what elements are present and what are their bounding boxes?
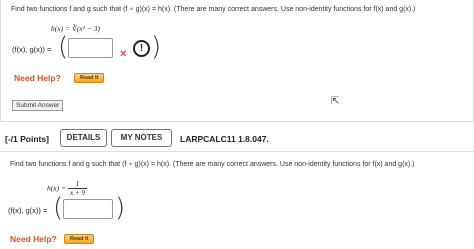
alert-icon[interactable]: ! [133,40,150,57]
problem-2-h-fraction: 1 x + 9 [68,180,87,197]
section-divider-2 [0,151,474,152]
problem-2-id: LARPCALC11 1.8.047. [180,134,269,144]
problem-1-right-paren: ) [151,32,162,62]
problem-2-read-it-button[interactable]: Read It [64,234,95,244]
problem-2-left-paren: ( [53,193,64,223]
mouse-cursor-icon: ⇱ [331,96,340,107]
incorrect-x-icon: ✕ [119,49,128,60]
problem-1-h-expression: ∛(x² − 3) [72,24,101,33]
section-divider [0,121,474,122]
problem-1-card: Find two functions f and g such that (f … [0,0,474,122]
fraction-denominator: x + 9 [70,189,85,197]
problem-1-answer-input[interactable] [68,38,113,58]
problem-2-need-help: Need Help? [10,234,57,244]
fraction-numerator: 1 [68,180,87,189]
problem-2-right-paren: ) [115,193,126,223]
problem-1-read-it-button[interactable]: Read It [74,73,105,83]
problem-1-left-paren: ( [58,32,69,62]
my-notes-button[interactable]: MY NOTES [111,129,172,147]
problem-1-prompt: Find two functions f and g such that (f … [11,6,416,13]
problem-2-points: [-/1 Points] [5,134,49,144]
problem-2-prompt: Find two functions f and g such that (f … [10,161,415,168]
submit-answer-button[interactable]: Submit Answer [12,100,64,111]
problem-2-pair-label: (f(x), g(x)) = [8,206,48,215]
problem-1-need-help: Need Help? [14,73,61,83]
problem-1-pair-label: (f(x), g(x)) = [12,45,52,54]
details-button[interactable]: DETAILS [60,129,107,147]
problem-2-answer-input[interactable] [63,199,113,219]
